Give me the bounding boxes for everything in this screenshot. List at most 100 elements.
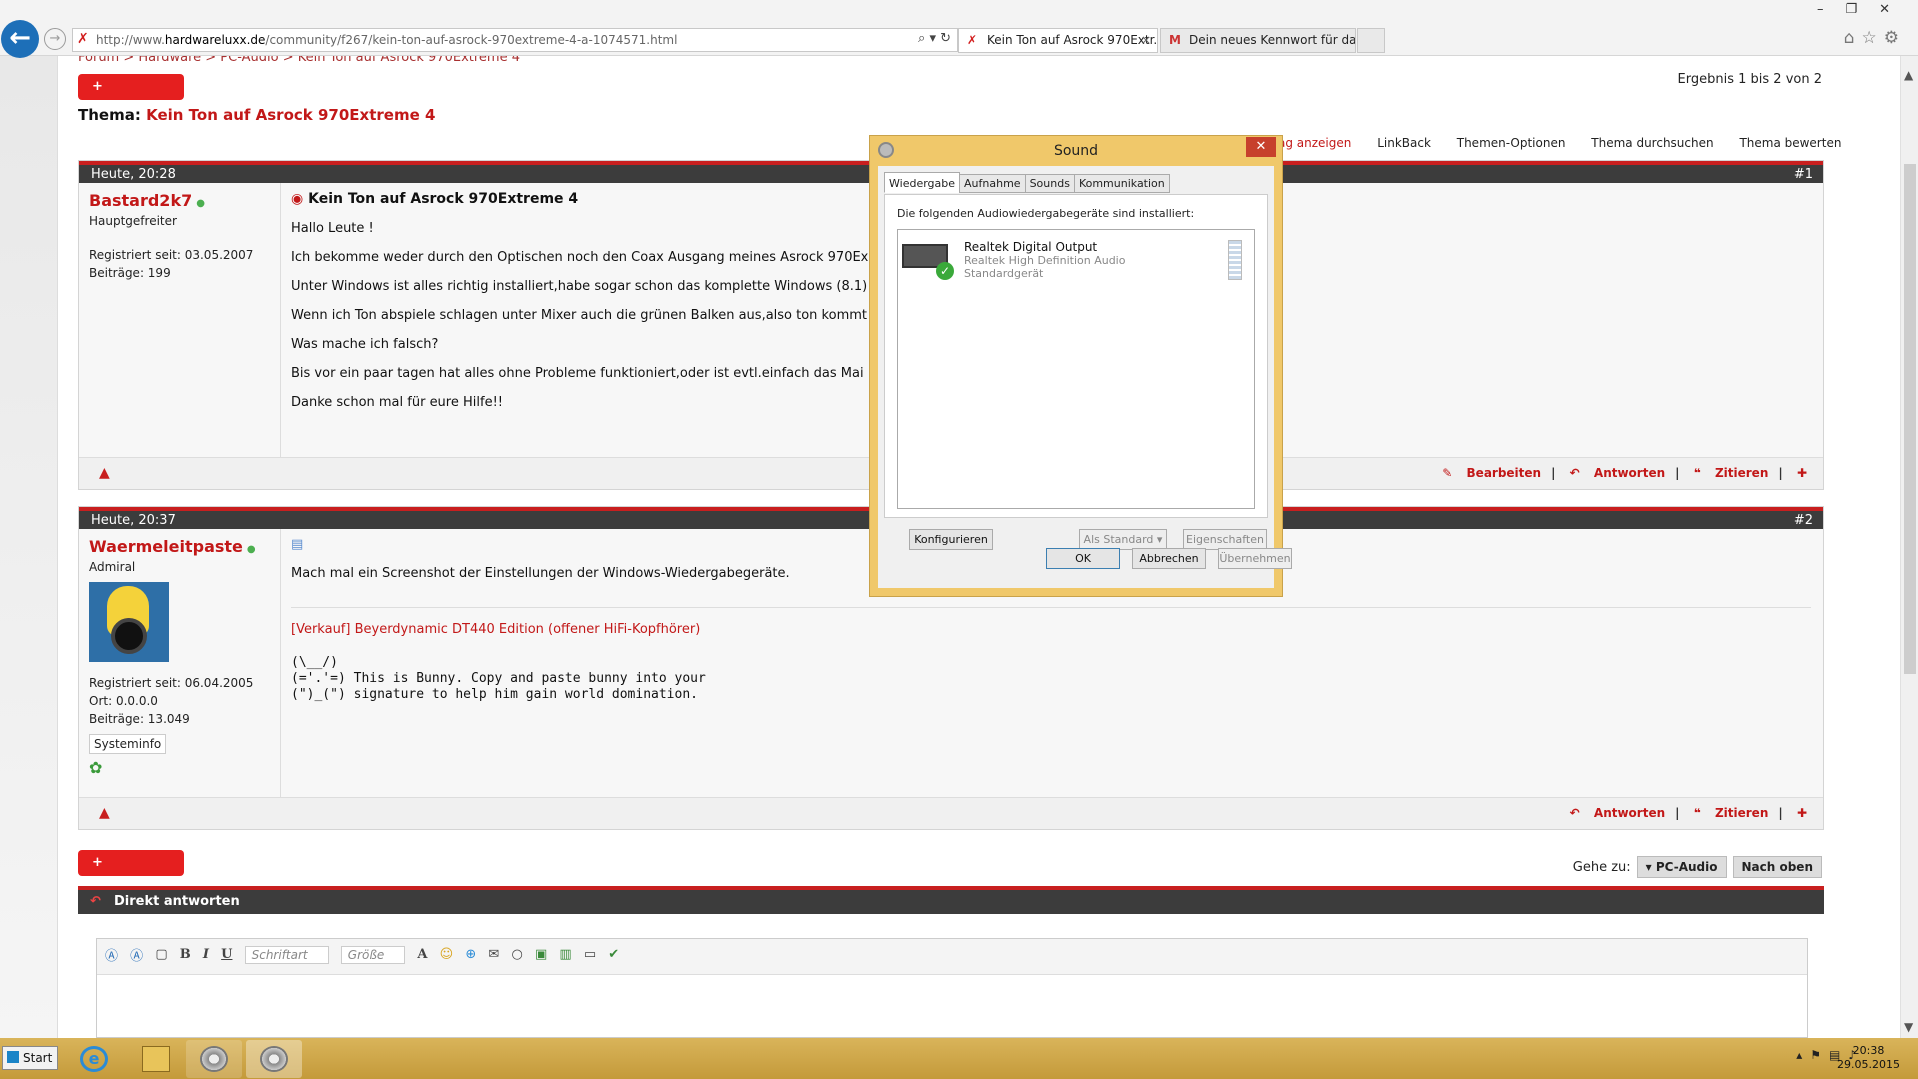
tab-label: Dein neues Kennwort für das F... xyxy=(1189,33,1356,47)
image-icon[interactable]: ▣ xyxy=(535,947,547,962)
paste-icon[interactable]: ▢ xyxy=(155,947,167,962)
tab-sounds[interactable]: Sounds xyxy=(1024,174,1075,193)
new-tab-button[interactable] xyxy=(1357,28,1385,53)
remove-format-icon[interactable]: Ⓐ xyxy=(130,945,143,964)
thread-search-link[interactable]: Thema durchsuchen xyxy=(1591,136,1713,150)
back-to-top-button[interactable]: Nach oben xyxy=(1732,856,1822,878)
username[interactable]: Waermeleitpaste ● xyxy=(89,537,270,556)
reply-button-bottom[interactable]: + Antworten xyxy=(78,850,184,896)
close-icon[interactable]: × xyxy=(1141,29,1151,52)
switch-mode-icon[interactable]: Ⓐ xyxy=(105,945,118,964)
bold-button[interactable]: B xyxy=(180,947,191,962)
search-refresh-icons[interactable]: ⌕ ▾ ↻ xyxy=(918,31,951,46)
multiquote-icon[interactable]: ✚ xyxy=(1797,466,1807,480)
multiquote-icon[interactable]: ✚ xyxy=(1797,806,1807,820)
taskbar-ie[interactable]: e xyxy=(66,1040,122,1078)
back-icon[interactable]: ← xyxy=(1,20,39,58)
taskbar-sound-2[interactable] xyxy=(246,1040,302,1078)
email-icon[interactable]: ✉ xyxy=(488,947,499,962)
user-posts: Beiträge: 199 xyxy=(89,266,171,280)
signature-link[interactable]: [Verkauf] Beyerdynamic DT440 Edition (of… xyxy=(291,622,1811,637)
username[interactable]: Bastard2k7 ● xyxy=(89,191,270,210)
goto-label: Gehe zu: xyxy=(1572,860,1631,875)
thread-options-link[interactable]: Themen-Optionen xyxy=(1457,136,1566,150)
post-footer: ▲ ↶ Antworten | ❝ Zitieren | ✚ xyxy=(79,797,1823,829)
video-icon[interactable]: ▥ xyxy=(559,947,571,962)
spellcheck-icon[interactable]: ✔ xyxy=(608,947,619,962)
speaker-icon xyxy=(200,1046,228,1072)
chevron-down-icon[interactable]: ▾ xyxy=(1157,533,1163,546)
ok-button[interactable]: OK xyxy=(1046,548,1120,569)
text-color-button[interactable]: A xyxy=(417,947,427,962)
italic-button[interactable]: I xyxy=(203,947,209,962)
tab-active[interactable]: ✗ Kein Ton auf Asrock 970Extr... × xyxy=(958,28,1158,53)
tab-mail[interactable]: M Dein neues Kennwort für das F... xyxy=(1160,28,1356,53)
screen: ← → ✗ http://www.hardwareluxx.de/communi… xyxy=(0,0,1918,1079)
avatar[interactable] xyxy=(89,582,169,662)
clock[interactable]: 20:38 29.05.2015 xyxy=(1837,1044,1900,1072)
device-list[interactable]: ✓ Realtek Digital Output Realtek High De… xyxy=(897,229,1255,509)
edit-button[interactable]: ✎ Bearbeiten xyxy=(1442,466,1541,480)
cancel-button[interactable]: Abbrechen xyxy=(1132,548,1206,569)
dialog-title: Sound xyxy=(1053,143,1099,159)
apply-button[interactable]: Übernehmen xyxy=(1218,548,1292,569)
site-favicon: ✗ xyxy=(77,31,89,47)
tab-aufnahme[interactable]: Aufnahme xyxy=(959,174,1026,193)
url-text: http://www.hardwareluxx.de/community/f26… xyxy=(96,33,678,47)
sysinfo-button[interactable]: Systeminfo xyxy=(89,734,167,754)
tab-wiedergabe[interactable]: Wiedergabe xyxy=(884,172,961,193)
show-post-link[interactable]: ag anzeigen xyxy=(1278,136,1351,150)
thread-rate-link[interactable]: Thema bewerten xyxy=(1739,136,1841,150)
user-location: Ort: 0.0.0.0 xyxy=(89,694,158,708)
scroll-up-icon[interactable]: ▲ xyxy=(1904,68,1913,82)
font-select[interactable]: Schriftart xyxy=(244,945,329,964)
scrollbar[interactable]: ▲ ▼ xyxy=(1900,56,1918,1038)
report-icon[interactable]: ▲ xyxy=(99,465,110,481)
address-bar[interactable]: ✗ http://www.hardwareluxx.de/community/f… xyxy=(72,28,958,52)
signature-bunny: (\__/) (='.'=) This is Bunny. Copy and p… xyxy=(291,655,706,702)
result-count: Ergebnis 1 bis 2 von 2 xyxy=(1677,72,1822,87)
properties-button[interactable]: Eigenschaften xyxy=(1183,529,1267,550)
tab-kommunikation[interactable]: Kommunikation xyxy=(1073,174,1170,193)
post-number[interactable]: #1 xyxy=(1794,165,1813,185)
home-favorites-settings-icons[interactable]: ⌂☆⚙ xyxy=(1844,28,1906,48)
device-item[interactable]: ✓ Realtek Digital Output Realtek High De… xyxy=(902,236,1250,286)
set-default-button[interactable]: Als Standard ▾ xyxy=(1079,529,1167,550)
quote-button[interactable]: ❝ Zitieren xyxy=(1694,466,1769,480)
ie-icon: e xyxy=(80,1046,108,1072)
underline-button[interactable]: U xyxy=(221,947,232,962)
device-status: Standardgerät xyxy=(964,267,1044,280)
check-icon: ✓ xyxy=(936,262,954,280)
scroll-thumb[interactable] xyxy=(1904,164,1916,674)
device-name: Realtek Digital Output xyxy=(964,240,1098,254)
scroll-down-icon[interactable]: ▼ xyxy=(1904,1020,1913,1034)
reply-post-button[interactable]: ↶ Antworten xyxy=(1570,806,1665,820)
reply-post-button[interactable]: ↶ Antworten xyxy=(1570,466,1665,480)
reply-editor[interactable]: Ⓐ Ⓐ ▢ B I U Schriftart Größe A ☺ ⊕ ✉ ○ ▣… xyxy=(96,938,1808,1038)
taskbar-sound-1[interactable] xyxy=(186,1040,242,1078)
taskbar-explorer[interactable] xyxy=(128,1040,184,1078)
online-icon: ● xyxy=(246,544,256,555)
reply-button-top[interactable]: + Antworten xyxy=(78,74,184,120)
forward-icon[interactable]: → xyxy=(44,28,66,50)
tab-favicon: ✗ xyxy=(967,33,978,47)
link-icon[interactable]: ⊕ xyxy=(465,947,476,962)
report-icon[interactable]: ▲ xyxy=(99,805,110,821)
post-number[interactable]: #2 xyxy=(1794,511,1813,531)
quote-button[interactable]: ❝ Zitieren xyxy=(1694,806,1769,820)
smiley-icon[interactable]: ☺ xyxy=(440,947,454,962)
quote-icon[interactable]: ▭ xyxy=(584,947,596,962)
quick-reply-title: Direkt antworten xyxy=(114,894,240,909)
configure-button[interactable]: Konfigurieren xyxy=(909,529,993,550)
dialog-tabs: Wiedergabe Aufnahme Sounds Kommunikation xyxy=(884,172,1170,193)
size-select[interactable]: Größe xyxy=(340,945,406,964)
forum-jump-select[interactable]: ▾ PC-Audio xyxy=(1636,856,1727,878)
close-icon[interactable]: ✕ xyxy=(1246,137,1276,157)
linkback-link[interactable]: LinkBack xyxy=(1377,136,1431,150)
unlink-icon[interactable]: ○ xyxy=(511,947,522,962)
start-button[interactable]: Start xyxy=(2,1046,58,1070)
device-driver: Realtek High Definition Audio xyxy=(964,254,1126,267)
editor-toolbar: Ⓐ Ⓐ ▢ B I U Schriftart Größe A ☺ ⊕ ✉ ○ ▣… xyxy=(97,939,1807,975)
window-controls[interactable]: –❐✕ xyxy=(1817,2,1912,17)
mail-icon: M xyxy=(1169,33,1181,47)
